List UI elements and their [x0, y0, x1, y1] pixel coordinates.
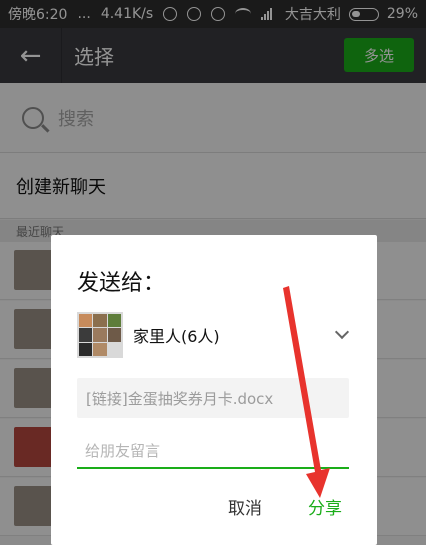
message-input[interactable]	[77, 435, 349, 469]
dialog-title: 发送给：	[77, 271, 166, 296]
send-to-dialog: 发送给： 家里人(6人) [链接]金蛋抽奖券月卡.docx 取消 分享	[51, 235, 377, 545]
shared-file-preview: [链接]金蛋抽奖券月卡.docx	[77, 378, 349, 418]
recipient-row[interactable]: 家里人(6人)	[77, 311, 353, 359]
chevron-down-icon[interactable]	[334, 324, 350, 340]
cancel-button[interactable]: 取消	[213, 491, 277, 521]
group-avatar	[77, 312, 123, 358]
recipient-name: 家里人(6人)	[133, 327, 220, 346]
share-button[interactable]: 分享	[293, 491, 357, 521]
